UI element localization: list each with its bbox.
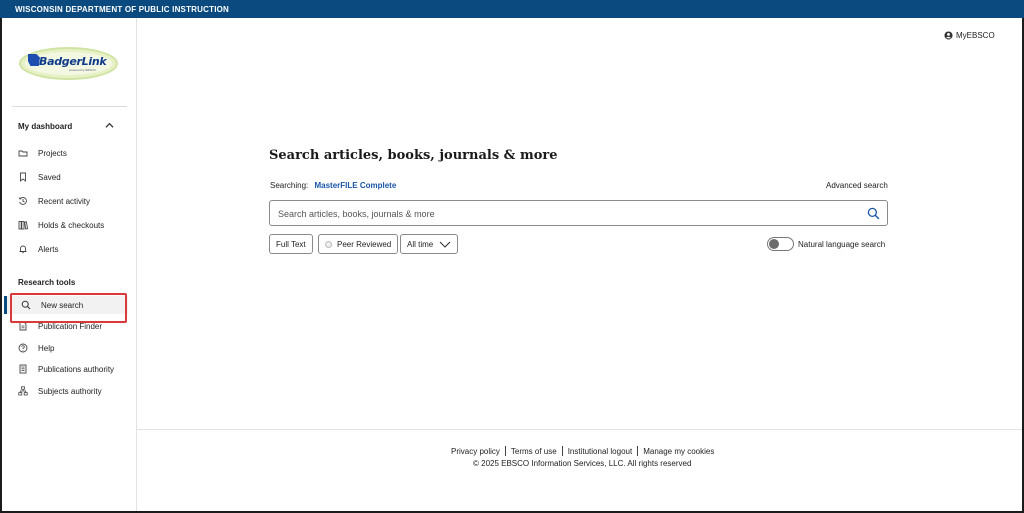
institutional-logout-link[interactable]: Institutional logout [568, 447, 633, 456]
page-title: Search articles, books, journals & more [269, 148, 558, 163]
full-text-filter[interactable]: Full Text [269, 234, 313, 254]
circle-check-icon [325, 240, 332, 248]
sidebar-item-label: Projects [38, 148, 67, 158]
date-range-dropdown[interactable]: All time [400, 234, 459, 254]
sidebar-item-publications-authority[interactable]: Publications authority [12, 360, 128, 378]
footer-separator [561, 446, 563, 456]
footer-separator [637, 446, 639, 456]
footer-divider [137, 429, 1022, 430]
footer-links: Privacy policy Terms of use Institutiona… [451, 446, 714, 456]
bookmark-icon [18, 172, 28, 182]
searching-database: Searching: MasterFILE Complete [270, 181, 396, 190]
sidebar-divider [12, 106, 127, 107]
sidebar-item-label: Help [38, 343, 55, 353]
database-link[interactable]: MasterFILE Complete [314, 181, 396, 190]
sidebar-item-label: Subjects authority [38, 386, 102, 396]
searching-label: Searching: [270, 181, 309, 190]
history-icon [18, 196, 28, 206]
natural-language-label: Natural language search [798, 240, 886, 249]
sidebar-item-alerts[interactable]: Alerts [12, 240, 128, 258]
sidebar-item-subjects-authority[interactable]: Subjects authority [12, 382, 128, 400]
sidebar-item-label: Saved [38, 172, 61, 182]
hierarchy-icon [18, 386, 28, 396]
footer-separator [504, 446, 506, 456]
badgerlink-logo[interactable]: BadgerLink powered by EBSCO [19, 45, 119, 83]
date-range-label: All time [407, 239, 434, 249]
banner-title: WISCONSIN DEPARTMENT OF PUBLIC INSTRUCTI… [15, 5, 230, 14]
terms-of-use-link[interactable]: Terms of use [511, 447, 557, 456]
sidebar-item-label: Publications authority [38, 364, 115, 374]
publication-icon [18, 364, 28, 374]
advanced-search-link[interactable]: Advanced search [826, 181, 888, 190]
chevron-down-icon [439, 241, 451, 248]
privacy-policy-link[interactable]: Privacy policy [451, 447, 500, 456]
natural-language-toggle[interactable] [767, 237, 794, 251]
toggle-knob [769, 239, 779, 249]
folder-icon [18, 148, 28, 158]
top-banner: WISCONSIN DEPARTMENT OF PUBLIC INSTRUCTI… [0, 0, 1024, 18]
bell-icon [18, 244, 28, 254]
logo-subtext: powered by EBSCO [69, 68, 96, 72]
dashboard-heading[interactable]: My dashboard [18, 122, 72, 131]
full-text-label: Full Text [276, 239, 306, 249]
search-submit-icon[interactable] [867, 207, 880, 220]
chevron-up-icon[interactable] [105, 121, 114, 130]
help-icon [18, 343, 28, 353]
sidebar: BadgerLink powered by EBSCO My dashboard… [2, 18, 137, 511]
research-tools-heading: Research tools [18, 278, 76, 287]
search-input[interactable] [278, 206, 848, 221]
search-box[interactable] [269, 200, 888, 226]
sidebar-item-recent-activity[interactable]: Recent activity [12, 192, 128, 210]
sidebar-item-saved[interactable]: Saved [12, 168, 128, 186]
window-frame [0, 0, 1024, 513]
sidebar-item-help[interactable]: Help [12, 339, 128, 357]
highlight-annotation [10, 293, 127, 323]
manage-cookies-link[interactable]: Manage my cookies [643, 447, 714, 456]
sidebar-item-label: Alerts [38, 244, 59, 254]
sidebar-item-label: Recent activity [38, 196, 91, 206]
sidebar-item-holds-checkouts[interactable]: Holds & checkouts [12, 216, 128, 234]
sidebar-item-projects[interactable]: Projects [12, 144, 128, 162]
peer-reviewed-filter[interactable]: Peer Reviewed [318, 234, 399, 254]
books-icon [18, 220, 28, 230]
myebsco-account-button[interactable]: MyEBSCO [944, 31, 995, 40]
copyright-text: © 2025 EBSCO Information Services, LLC. … [473, 459, 692, 468]
logo-text: BadgerLink [39, 55, 107, 68]
sidebar-item-label: Holds & checkouts [38, 220, 105, 230]
myebsco-label: MyEBSCO [956, 31, 995, 40]
user-account-icon [944, 31, 953, 40]
peer-reviewed-label: Peer Reviewed [337, 239, 392, 249]
